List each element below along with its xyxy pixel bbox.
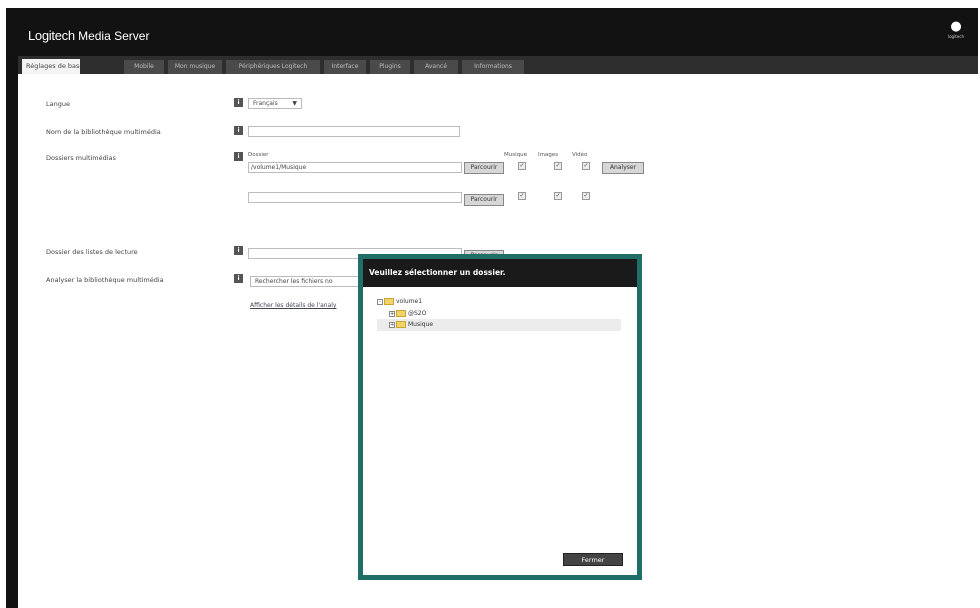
media-folder-path-1[interactable]: /volume1/Musique bbox=[248, 162, 462, 173]
scan-details-link[interactable]: Afficher les détails de l'analy bbox=[250, 302, 336, 309]
video-checkbox-1[interactable]: ✓ bbox=[582, 162, 590, 170]
library-name-help-icon[interactable]: i bbox=[234, 126, 243, 135]
tree-node-s2o[interactable]: + @S2O bbox=[389, 309, 426, 319]
tree-node-label: @S2O bbox=[408, 310, 427, 317]
playlists-folder-label: Dossier des listes de lecture bbox=[46, 248, 138, 256]
tab-my-music[interactable]: Mon musique bbox=[168, 60, 222, 74]
tab-logitech-devices[interactable]: Périphériques Logitech bbox=[226, 60, 320, 74]
music-checkbox-2[interactable]: ✓ bbox=[518, 192, 526, 200]
folder-icon bbox=[396, 321, 406, 328]
tree-node-label: volume1 bbox=[396, 298, 423, 305]
images-checkbox-1[interactable]: ✓ bbox=[554, 162, 562, 170]
folder-icon bbox=[384, 298, 394, 305]
app-title-product: Media Server bbox=[74, 29, 150, 43]
tree-node-volume1[interactable]: - volume1 bbox=[377, 297, 422, 307]
video-checkbox-2[interactable]: ✓ bbox=[582, 192, 590, 200]
tree-node-label: Musique bbox=[408, 321, 434, 328]
scan-type-select[interactable]: Rechercher les fichiers no bbox=[250, 276, 362, 287]
tree-node-musique[interactable]: + Musique bbox=[389, 320, 433, 330]
browse-button-2[interactable]: Parcourir bbox=[464, 194, 504, 206]
images-column-header: Images bbox=[538, 152, 559, 158]
library-name-input[interactable] bbox=[248, 126, 460, 137]
language-select[interactable]: Français ▼ bbox=[248, 98, 302, 109]
close-button[interactable]: Fermer bbox=[563, 553, 623, 566]
library-name-label: Nom de la bibliothèque multimédia bbox=[46, 128, 161, 136]
tab-information[interactable]: Informations bbox=[462, 60, 524, 74]
scan-library-label: Analyser la bibliothèque multimédia bbox=[46, 276, 164, 284]
tab-basic-settings[interactable]: Réglages de base bbox=[22, 59, 80, 74]
dialog-title: Veuillez sélectionner un dossier. bbox=[363, 259, 637, 287]
expand-icon[interactable]: + bbox=[389, 321, 395, 328]
tab-advanced[interactable]: Avancé bbox=[414, 60, 458, 74]
folder-icon bbox=[396, 310, 406, 317]
video-column-header: Vidéo bbox=[572, 152, 588, 158]
tab-interface[interactable]: Interface bbox=[324, 60, 366, 74]
scan-library-help-icon[interactable]: i bbox=[234, 274, 243, 283]
media-folder-path-2[interactable] bbox=[248, 192, 462, 203]
playlists-folder-help-icon[interactable]: i bbox=[234, 246, 243, 255]
language-label: Langue bbox=[46, 100, 70, 108]
music-column-header: Musique bbox=[504, 152, 527, 158]
folder-picker-dialog: Veuillez sélectionner un dossier. - volum… bbox=[358, 254, 642, 580]
music-checkbox-1[interactable]: ✓ bbox=[518, 162, 526, 170]
tab-mobile[interactable]: Mobile bbox=[124, 60, 164, 74]
browse-button-1[interactable]: Parcourir bbox=[464, 162, 504, 174]
folder-column-header: Dossier bbox=[248, 152, 269, 158]
media-folders-label: Dossiers multimédias bbox=[46, 154, 116, 162]
media-folders-help-icon[interactable]: i bbox=[234, 152, 243, 161]
language-help-icon[interactable]: i bbox=[234, 98, 243, 107]
collapse-icon[interactable]: - bbox=[377, 298, 383, 305]
tab-plugins[interactable]: Plugins bbox=[370, 60, 410, 74]
app-title-brand: Logitech bbox=[28, 28, 75, 43]
chevron-down-icon: ▼ bbox=[292, 100, 297, 107]
language-select-value: Français bbox=[253, 100, 278, 107]
analyze-button[interactable]: Analyser bbox=[602, 162, 644, 174]
expand-icon[interactable]: + bbox=[389, 310, 395, 317]
tab-bar: Réglages de base Mobile Mon musique Péri… bbox=[18, 56, 978, 74]
app-title: Logitech Media Server bbox=[28, 28, 149, 43]
logitech-logo-icon: ● bbox=[950, 19, 962, 34]
images-checkbox-2[interactable]: ✓ bbox=[554, 192, 562, 200]
app-header: Logitech Media Server ● logitech bbox=[6, 8, 978, 56]
logitech-logo-word: logitech bbox=[948, 34, 964, 39]
logitech-logo: ● logitech bbox=[948, 20, 964, 44]
